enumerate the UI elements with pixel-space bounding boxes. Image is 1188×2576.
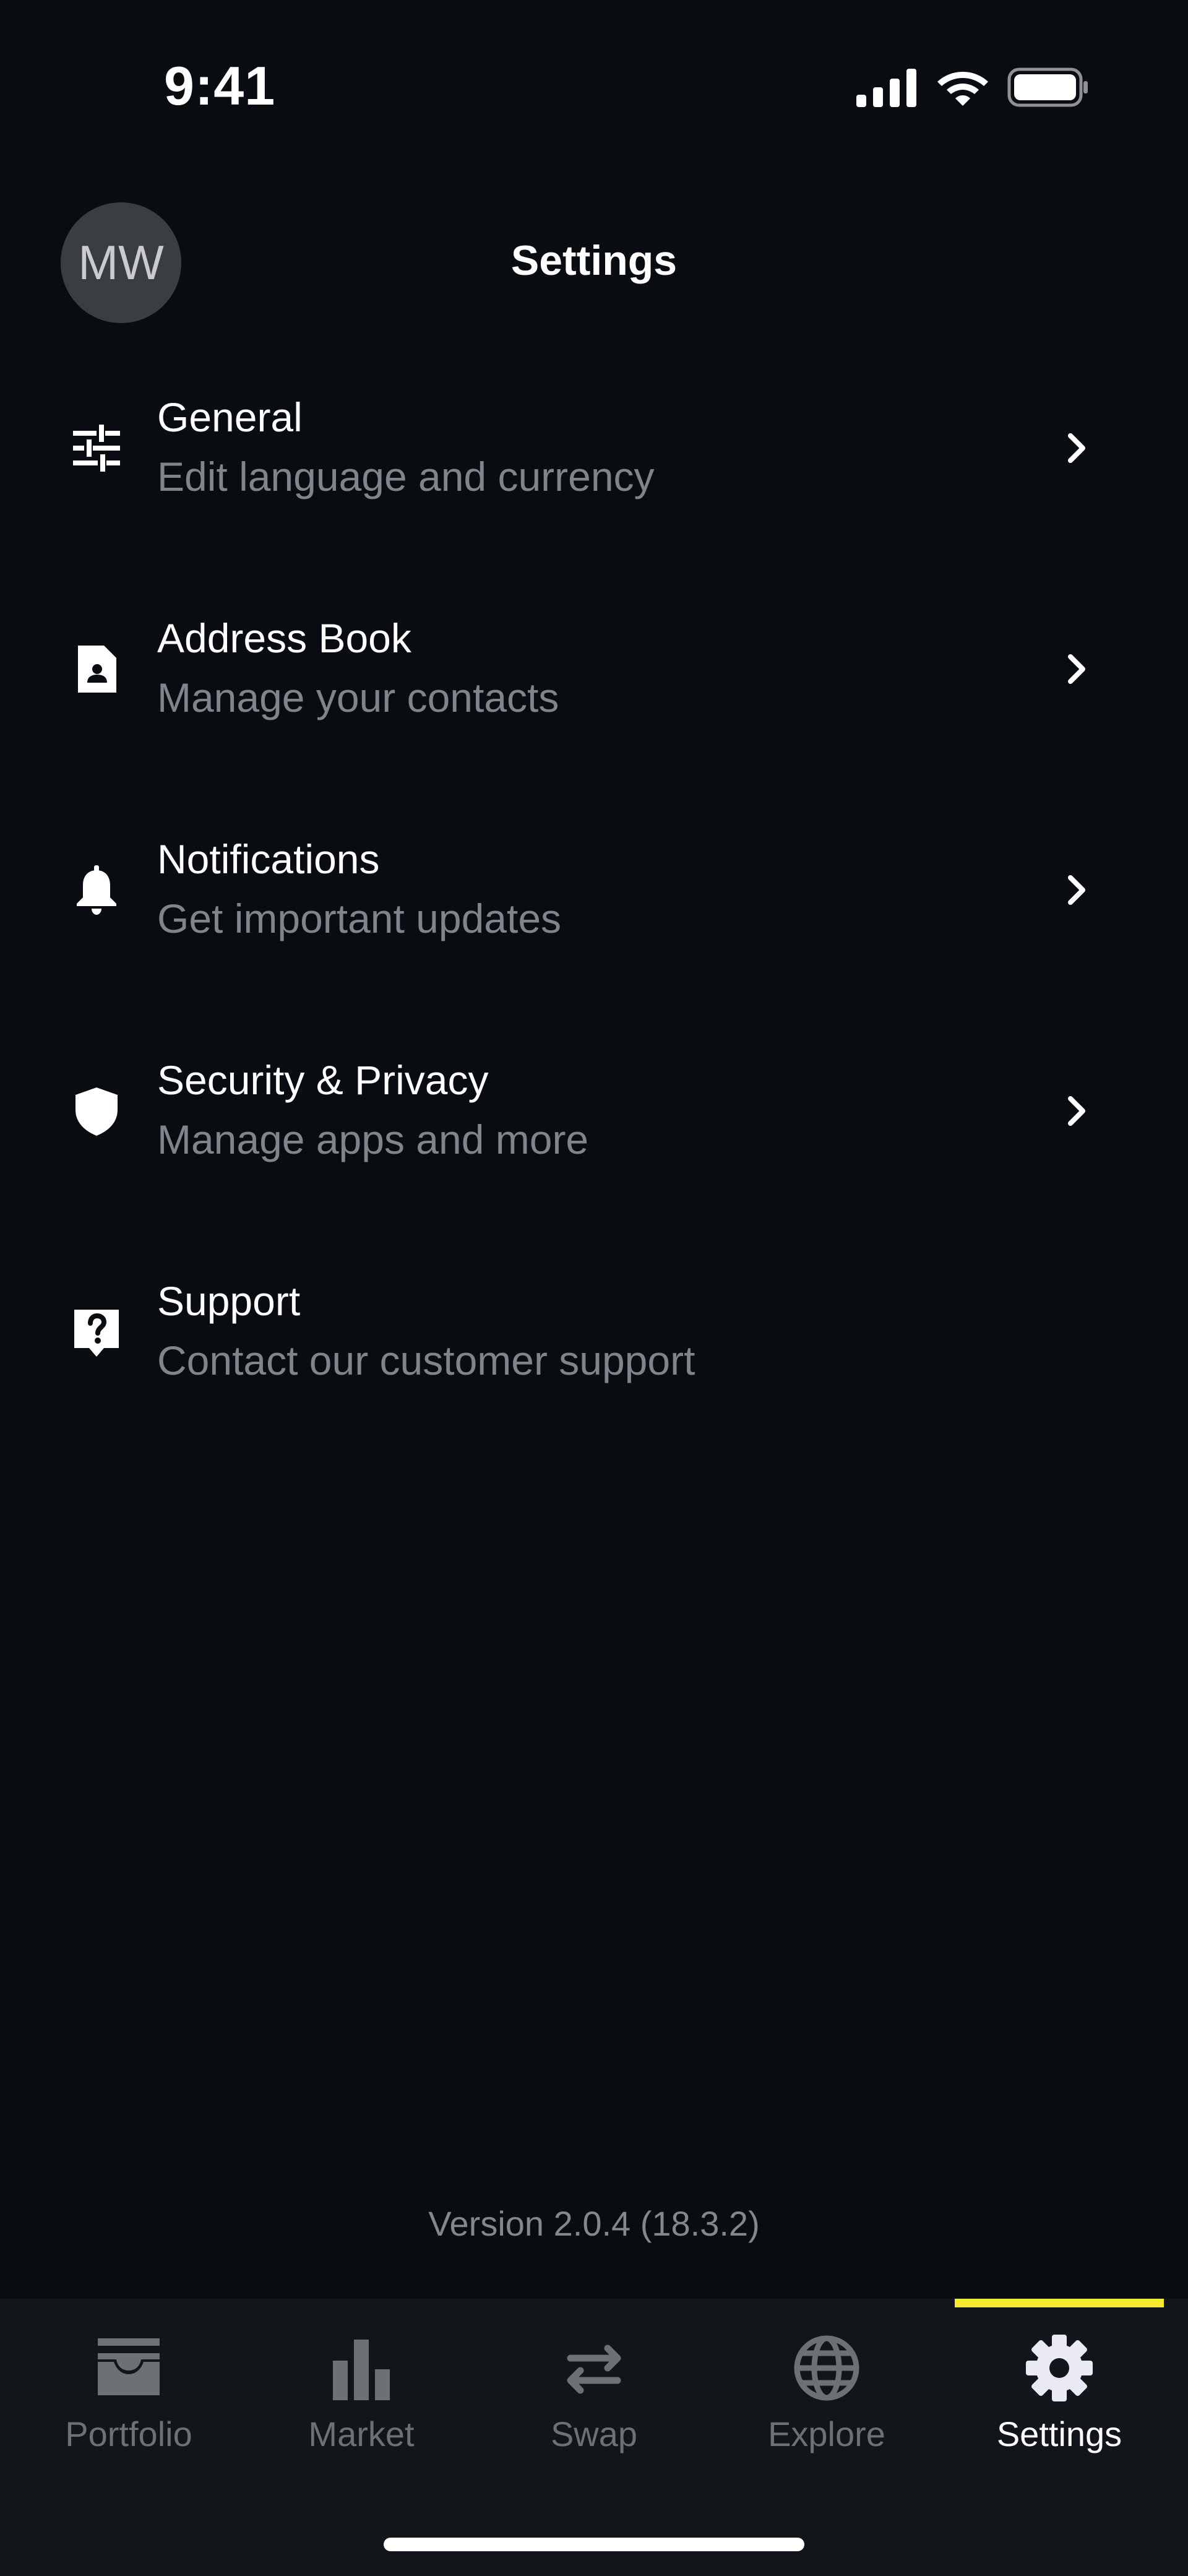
settings-item-subtitle: Manage your contacts: [157, 675, 559, 720]
settings-item-subtitle: Contact our customer support: [157, 1338, 695, 1383]
tab-label: Portfolio: [65, 2414, 192, 2453]
settings-item-subtitle: Get important updates: [157, 896, 562, 941]
chevron-right-icon: [1068, 1096, 1085, 1126]
page-title: Settings: [510, 237, 678, 284]
settings-item-text: Security & Privacy Manage apps and more: [157, 1050, 588, 1169]
settings-item-subtitle: Manage apps and more: [157, 1117, 589, 1162]
sliders-icon: [73, 425, 120, 472]
settings-list: General Edit language and currency Addre…: [0, 365, 1188, 1470]
globe-icon: [794, 2335, 859, 2401]
bell-icon: [77, 865, 116, 915]
chevron-right-icon: [1068, 654, 1085, 684]
help-icon: [74, 1310, 119, 1357]
swap-arrows-icon: [567, 2345, 621, 2394]
settings-item-title: Security & Privacy: [157, 1057, 489, 1103]
tab-label: Market: [308, 2414, 415, 2453]
wallet-icon: [98, 2338, 160, 2395]
cellular-signal-icon: [856, 69, 916, 107]
shield-icon: [75, 1087, 118, 1136]
settings-item-notifications[interactable]: Notifications Get important updates: [0, 807, 1188, 1028]
home-indicator: [384, 2538, 804, 2551]
status-time: 9:41: [164, 55, 276, 116]
tab-label: Swap: [550, 2414, 638, 2453]
battery-icon: [1007, 67, 1088, 107]
status-icons: [856, 67, 1089, 108]
tab-label: Settings: [996, 2414, 1122, 2453]
tab-market[interactable]: Market: [245, 2331, 478, 2479]
active-tab-indicator: [955, 2299, 1164, 2307]
settings-item-address-book[interactable]: Address Book Manage your contacts: [0, 586, 1188, 807]
tab-bar: Portfolio Market Swap Explore Settings: [0, 2299, 1188, 2576]
tab-label: Explore: [768, 2414, 885, 2453]
chevron-right-icon: [1068, 875, 1085, 905]
settings-item-subtitle: Edit language and currency: [157, 454, 655, 499]
settings-item-text: General Edit language and currency: [157, 387, 655, 506]
version-label: Version 2.0.4 (18.3.2): [428, 2204, 760, 2243]
settings-item-security-privacy[interactable]: Security & Privacy Manage apps and more: [0, 1028, 1188, 1249]
tab-explore[interactable]: Explore: [710, 2331, 943, 2479]
settings-item-title: General: [157, 394, 303, 440]
bar-chart-icon: [333, 2340, 390, 2400]
settings-item-title: Address Book: [157, 615, 411, 661]
tab-portfolio[interactable]: Portfolio: [12, 2331, 245, 2479]
settings-item-text: Address Book Manage your contacts: [157, 608, 559, 727]
status-bar: 9:41: [0, 0, 1188, 179]
settings-item-support[interactable]: Support Contact our customer support: [0, 1249, 1188, 1470]
settings-item-text: Support Contact our customer support: [157, 1271, 695, 1390]
tab-swap[interactable]: Swap: [478, 2331, 710, 2479]
settings-item-general[interactable]: General Edit language and currency: [0, 365, 1188, 586]
chevron-right-icon: [1068, 433, 1085, 463]
settings-item-title: Support: [157, 1278, 301, 1324]
tab-settings[interactable]: Settings: [943, 2331, 1176, 2479]
settings-item-text: Notifications Get important updates: [157, 829, 561, 948]
gear-icon: [1026, 2335, 1093, 2401]
wifi-icon: [937, 72, 988, 106]
contact-book-icon: [78, 646, 116, 693]
settings-item-title: Notifications: [157, 836, 380, 882]
